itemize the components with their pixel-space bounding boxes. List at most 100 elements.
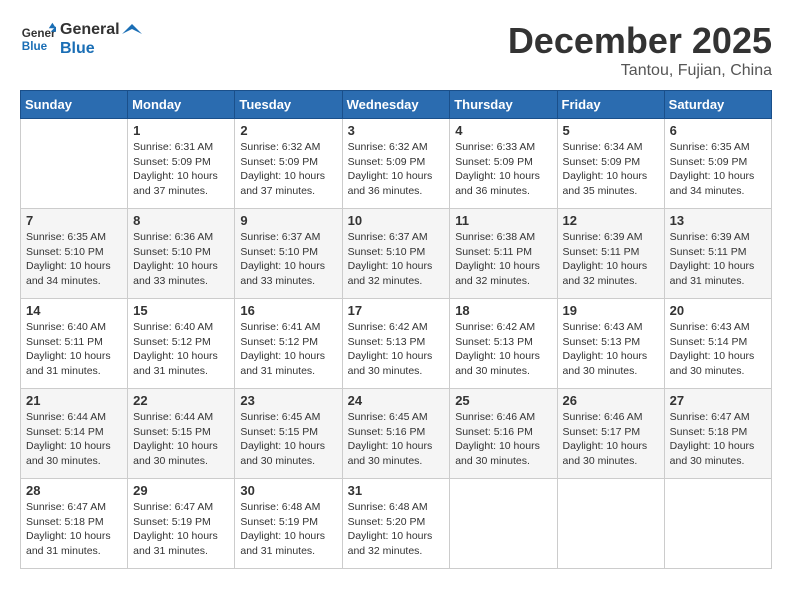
day-number: 3 <box>348 123 445 138</box>
calendar-cell: 8 Sunrise: 6:36 AM Sunset: 5:10 PM Daylig… <box>128 209 235 299</box>
day-info: Sunrise: 6:39 AM Sunset: 5:11 PM Dayligh… <box>670 230 766 289</box>
logo-blue-text: Blue <box>60 39 120 58</box>
day-number: 30 <box>240 483 336 498</box>
svg-text:Blue: Blue <box>22 40 48 53</box>
day-number: 12 <box>563 213 659 228</box>
calendar-cell: 31Sunrise: 6:48 AM Sunset: 5:20 PM Dayli… <box>342 479 450 569</box>
day-number: 17 <box>348 303 445 318</box>
calendar-cell: 24 Sunrise: 6:45 AM Sunset: 5:16 PM Dayli… <box>342 389 450 479</box>
day-info: Sunrise: 6:43 AM Sunset: 5:13 PM Dayligh… <box>563 320 659 379</box>
calendar-cell: 21Sunrise: 6:44 AM Sunset: 5:14 PM Dayli… <box>21 389 128 479</box>
day-number: 4 <box>455 123 551 138</box>
page-header: General Blue General Blue December 2025 … <box>20 20 772 80</box>
day-number: 26 <box>563 393 659 408</box>
day-info: Sunrise: 6:45 AM Sunset: 5:16 PM Dayligh… <box>348 410 445 469</box>
day-info: Sunrise: 6:46 AM Sunset: 5:16 PM Dayligh… <box>455 410 551 469</box>
calendar-cell: 30Sunrise: 6:48 AM Sunset: 5:19 PM Dayli… <box>235 479 342 569</box>
calendar-cell: 29 Sunrise: 6:47 AM Sunset: 5:19 PM Dayli… <box>128 479 235 569</box>
day-number: 8 <box>133 213 229 228</box>
calendar-cell: 20 Sunrise: 6:43 AM Sunset: 5:14 PM Dayli… <box>664 299 771 389</box>
calendar-cell <box>664 479 771 569</box>
day-number: 2 <box>240 123 336 138</box>
calendar-cell: 12Sunrise: 6:39 AM Sunset: 5:11 PM Dayli… <box>557 209 664 299</box>
day-info: Sunrise: 6:35 AM Sunset: 5:10 PM Dayligh… <box>26 230 122 289</box>
calendar-cell: 18 Sunrise: 6:42 AM Sunset: 5:13 PM Dayli… <box>450 299 557 389</box>
day-info: Sunrise: 6:42 AM Sunset: 5:13 PM Dayligh… <box>455 320 551 379</box>
day-number: 24 <box>348 393 445 408</box>
day-number: 27 <box>670 393 766 408</box>
calendar-week-row: 21Sunrise: 6:44 AM Sunset: 5:14 PM Dayli… <box>21 389 772 479</box>
calendar-cell: 3 Sunrise: 6:32 AM Sunset: 5:09 PM Daylig… <box>342 119 450 209</box>
day-number: 28 <box>26 483 122 498</box>
day-info: Sunrise: 6:41 AM Sunset: 5:12 PM Dayligh… <box>240 320 336 379</box>
logo-icon: General Blue <box>20 21 56 57</box>
day-number: 22 <box>133 393 229 408</box>
calendar-cell: 2 Sunrise: 6:32 AM Sunset: 5:09 PM Daylig… <box>235 119 342 209</box>
day-info: Sunrise: 6:42 AM Sunset: 5:13 PM Dayligh… <box>348 320 445 379</box>
day-number: 11 <box>455 213 551 228</box>
logo: General Blue General Blue <box>20 20 142 58</box>
day-info: Sunrise: 6:33 AM Sunset: 5:09 PM Dayligh… <box>455 140 551 199</box>
calendar-cell: 26 Sunrise: 6:46 AM Sunset: 5:17 PM Dayli… <box>557 389 664 479</box>
day-number: 16 <box>240 303 336 318</box>
svg-text:General: General <box>22 27 56 40</box>
calendar-cell: 11 Sunrise: 6:38 AM Sunset: 5:11 PM Dayli… <box>450 209 557 299</box>
day-info: Sunrise: 6:46 AM Sunset: 5:17 PM Dayligh… <box>563 410 659 469</box>
day-number: 15 <box>133 303 229 318</box>
day-number: 5 <box>563 123 659 138</box>
logo-arrow-icon <box>122 24 142 44</box>
col-header-thursday: Thursday <box>450 91 557 119</box>
day-info: Sunrise: 6:35 AM Sunset: 5:09 PM Dayligh… <box>670 140 766 199</box>
day-info: Sunrise: 6:47 AM Sunset: 5:19 PM Dayligh… <box>133 500 229 559</box>
day-number: 14 <box>26 303 122 318</box>
col-header-saturday: Saturday <box>664 91 771 119</box>
day-info: Sunrise: 6:37 AM Sunset: 5:10 PM Dayligh… <box>348 230 445 289</box>
calendar-cell: 23Sunrise: 6:45 AM Sunset: 5:15 PM Dayli… <box>235 389 342 479</box>
day-info: Sunrise: 6:40 AM Sunset: 5:11 PM Dayligh… <box>26 320 122 379</box>
day-number: 6 <box>670 123 766 138</box>
day-info: Sunrise: 6:32 AM Sunset: 5:09 PM Dayligh… <box>240 140 336 199</box>
day-number: 13 <box>670 213 766 228</box>
calendar-cell: 27 Sunrise: 6:47 AM Sunset: 5:18 PM Dayli… <box>664 389 771 479</box>
day-info: Sunrise: 6:44 AM Sunset: 5:15 PM Dayligh… <box>133 410 229 469</box>
day-number: 20 <box>670 303 766 318</box>
day-number: 19 <box>563 303 659 318</box>
day-info: Sunrise: 6:47 AM Sunset: 5:18 PM Dayligh… <box>670 410 766 469</box>
calendar-cell: 25 Sunrise: 6:46 AM Sunset: 5:16 PM Dayli… <box>450 389 557 479</box>
day-number: 7 <box>26 213 122 228</box>
calendar-cell: 19 Sunrise: 6:43 AM Sunset: 5:13 PM Dayli… <box>557 299 664 389</box>
day-info: Sunrise: 6:32 AM Sunset: 5:09 PM Dayligh… <box>348 140 445 199</box>
calendar-cell <box>557 479 664 569</box>
calendar-cell: 1 Sunrise: 6:31 AM Sunset: 5:09 PM Daylig… <box>128 119 235 209</box>
day-info: Sunrise: 6:31 AM Sunset: 5:09 PM Dayligh… <box>133 140 229 199</box>
col-header-friday: Friday <box>557 91 664 119</box>
calendar-cell: 7 Sunrise: 6:35 AM Sunset: 5:10 PM Daylig… <box>21 209 128 299</box>
col-header-sunday: Sunday <box>21 91 128 119</box>
calendar-cell: 28Sunrise: 6:47 AM Sunset: 5:18 PM Dayli… <box>21 479 128 569</box>
day-info: Sunrise: 6:45 AM Sunset: 5:15 PM Dayligh… <box>240 410 336 469</box>
calendar-cell: 22 Sunrise: 6:44 AM Sunset: 5:15 PM Dayli… <box>128 389 235 479</box>
day-number: 29 <box>133 483 229 498</box>
col-header-wednesday: Wednesday <box>342 91 450 119</box>
calendar-cell <box>21 119 128 209</box>
logo-general-text: General <box>60 20 120 39</box>
day-info: Sunrise: 6:36 AM Sunset: 5:10 PM Dayligh… <box>133 230 229 289</box>
calendar-cell: 9Sunrise: 6:37 AM Sunset: 5:10 PM Daylig… <box>235 209 342 299</box>
day-number: 25 <box>455 393 551 408</box>
day-number: 10 <box>348 213 445 228</box>
day-info: Sunrise: 6:38 AM Sunset: 5:11 PM Dayligh… <box>455 230 551 289</box>
day-info: Sunrise: 6:44 AM Sunset: 5:14 PM Dayligh… <box>26 410 122 469</box>
day-number: 31 <box>348 483 445 498</box>
calendar-week-row: 1 Sunrise: 6:31 AM Sunset: 5:09 PM Daylig… <box>21 119 772 209</box>
calendar-header-row: SundayMondayTuesdayWednesdayThursdayFrid… <box>21 91 772 119</box>
calendar-cell: 10 Sunrise: 6:37 AM Sunset: 5:10 PM Dayli… <box>342 209 450 299</box>
day-number: 18 <box>455 303 551 318</box>
location-subtitle: Tantou, Fujian, China <box>508 62 772 80</box>
day-info: Sunrise: 6:43 AM Sunset: 5:14 PM Dayligh… <box>670 320 766 379</box>
col-header-tuesday: Tuesday <box>235 91 342 119</box>
day-number: 1 <box>133 123 229 138</box>
calendar-cell: 15Sunrise: 6:40 AM Sunset: 5:12 PM Dayli… <box>128 299 235 389</box>
day-info: Sunrise: 6:37 AM Sunset: 5:10 PM Dayligh… <box>240 230 336 289</box>
calendar-cell: 4 Sunrise: 6:33 AM Sunset: 5:09 PM Daylig… <box>450 119 557 209</box>
calendar-cell: 13 Sunrise: 6:39 AM Sunset: 5:11 PM Dayli… <box>664 209 771 299</box>
